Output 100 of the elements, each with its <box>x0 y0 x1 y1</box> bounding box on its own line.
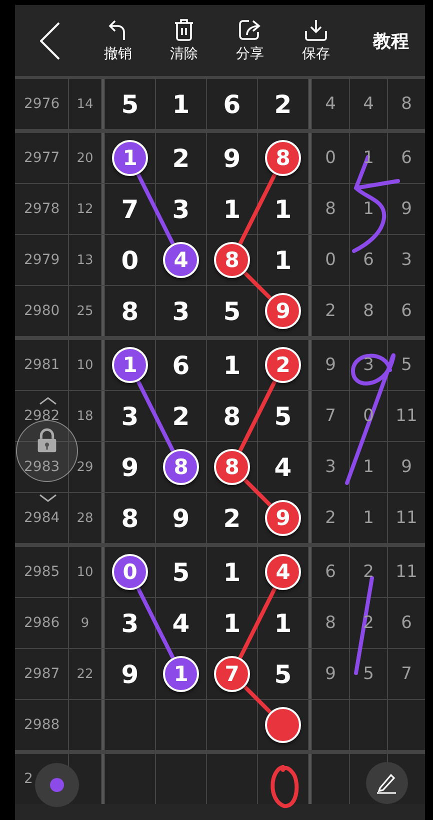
span-value: 9 <box>401 457 412 477</box>
marked-ball[interactable]: 9 <box>265 293 301 329</box>
marked-ball[interactable]: 8 <box>214 449 250 485</box>
marked-ball[interactable]: 4 <box>265 554 301 590</box>
issue-number: 2986 <box>24 615 60 631</box>
sum-value: 28 <box>76 510 94 526</box>
draw-digit[interactable]: 6 <box>172 350 190 380</box>
span-value: 11 <box>396 406 418 426</box>
share-icon <box>239 18 261 40</box>
draw-digit[interactable]: 4 <box>274 452 292 482</box>
sum-value: 29 <box>76 460 94 474</box>
issue-number: 2988 <box>24 717 60 733</box>
marked-ball[interactable]: 0 <box>112 554 148 590</box>
marked-ball[interactable]: 9 <box>265 500 301 536</box>
draw-digit[interactable]: 3 <box>121 402 139 430</box>
span-value: 6 <box>363 250 374 270</box>
span-value: 2 <box>363 562 374 582</box>
span-value: 1 <box>363 508 374 528</box>
draw-digit[interactable]: 4 <box>172 608 190 638</box>
marked-ball[interactable]: 7 <box>214 656 250 692</box>
save-button[interactable]: 保存 <box>283 18 349 62</box>
connector-line <box>238 587 277 659</box>
span-value: 7 <box>401 664 412 684</box>
sum-value: 14 <box>76 96 94 112</box>
span-value: 6 <box>325 562 336 582</box>
span-value: 8 <box>325 613 336 633</box>
share-button[interactable]: 分享 <box>217 18 283 62</box>
draw-digit[interactable]: 1 <box>223 608 241 638</box>
draw-digit[interactable]: 1 <box>172 90 190 118</box>
connector-line <box>136 380 175 452</box>
span-value: 1 <box>363 457 374 477</box>
draw-digit[interactable]: 5 <box>121 90 139 118</box>
issue-number: 2980 <box>24 303 60 319</box>
download-icon <box>305 18 327 40</box>
draw-digit[interactable]: 9 <box>121 660 139 688</box>
draw-digit[interactable]: 2 <box>172 402 190 430</box>
draw-digit[interactable]: 3 <box>172 194 190 224</box>
draw-digit[interactable]: 1 <box>274 194 292 224</box>
span-value: 7 <box>325 406 336 426</box>
clear-button[interactable]: 清除 <box>151 18 217 62</box>
marked-ball[interactable]: 8 <box>214 242 250 278</box>
issue-number: 2985 <box>24 564 60 580</box>
sum-value: 13 <box>76 252 94 268</box>
marked-ball[interactable] <box>265 707 301 743</box>
issue-number: 2976 <box>24 96 60 112</box>
draw-digit[interactable]: 8 <box>223 402 241 430</box>
draw-digit[interactable]: 1 <box>274 608 292 638</box>
span-value: 4 <box>325 94 336 114</box>
connector-line <box>243 478 272 507</box>
draw-digit[interactable]: 5 <box>274 402 292 430</box>
marked-ball[interactable]: 8 <box>163 449 199 485</box>
issue-number: 2981 <box>24 357 60 373</box>
draw-digit[interactable]: 1 <box>223 350 241 380</box>
draw-digit[interactable]: 3 <box>172 296 190 326</box>
draw-digit[interactable]: 9 <box>223 144 241 172</box>
back-icon <box>40 22 60 60</box>
up-chevron-icon[interactable] <box>39 397 57 405</box>
undo-button[interactable]: 撤销 <box>85 18 151 62</box>
marked-ball[interactable]: 4 <box>163 242 199 278</box>
sum-value: 18 <box>76 408 94 424</box>
marked-ball[interactable]: 1 <box>163 656 199 692</box>
marked-ball[interactable]: 8 <box>265 140 301 176</box>
connector-line <box>243 271 272 300</box>
draw-digit[interactable]: 5 <box>223 296 241 326</box>
draw-digit[interactable]: 2 <box>274 90 292 118</box>
draw-digit[interactable]: 8 <box>121 296 139 326</box>
draw-digit[interactable]: 9 <box>172 504 190 532</box>
trash-icon <box>174 18 194 40</box>
span-value: 3 <box>363 355 374 375</box>
draw-digit[interactable]: 5 <box>172 558 190 586</box>
connector-line <box>136 587 175 659</box>
marked-ball[interactable]: 2 <box>265 347 301 383</box>
span-value: 6 <box>401 148 412 168</box>
span-value: 3 <box>401 250 412 270</box>
down-chevron-icon[interactable] <box>39 494 57 502</box>
draw-digit[interactable]: 5 <box>274 660 292 688</box>
draw-digit[interactable]: 1 <box>223 194 241 224</box>
tutorial-button[interactable]: 教程 <box>373 28 409 52</box>
draw-digit[interactable]: 7 <box>121 194 139 224</box>
sum-value: 10 <box>76 358 94 372</box>
draw-digit[interactable]: 6 <box>223 90 241 118</box>
draw-digit[interactable]: 3 <box>121 608 139 638</box>
draw-digit[interactable]: 1 <box>223 558 241 586</box>
issue-number: 2977 <box>24 150 60 166</box>
draw-digit[interactable]: 0 <box>121 246 139 274</box>
draw-digit[interactable]: 8 <box>121 504 139 532</box>
draw-digit[interactable]: 2 <box>223 504 241 532</box>
draw-digit[interactable]: 1 <box>274 246 292 274</box>
sum-value: 22 <box>76 666 94 682</box>
marked-ball[interactable]: 1 <box>112 140 148 176</box>
span-value: 8 <box>325 199 336 219</box>
sum-value: 9 <box>80 616 90 630</box>
connector-line <box>238 380 277 452</box>
draw-digit[interactable]: 9 <box>121 452 139 482</box>
sum-value: 20 <box>76 150 94 166</box>
span-value: 9 <box>401 199 412 219</box>
issue-number: 2978 <box>24 201 60 217</box>
grid-cell <box>312 754 349 804</box>
marked-ball[interactable]: 1 <box>112 347 148 383</box>
draw-digit[interactable]: 2 <box>172 144 190 172</box>
